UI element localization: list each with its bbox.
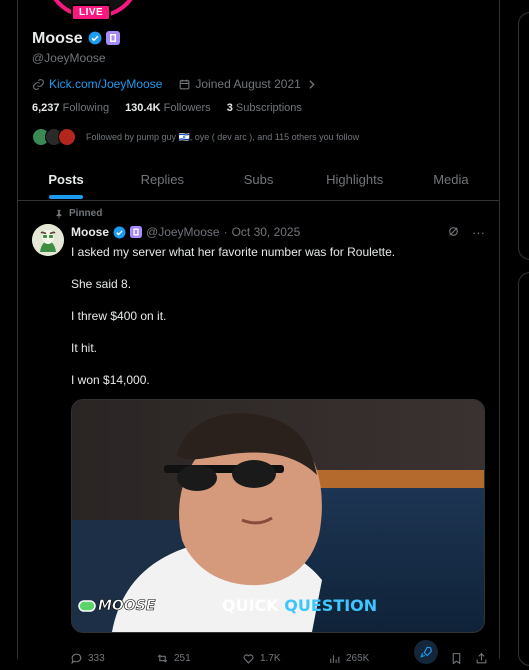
profile-link[interactable]: Kick.com/JoeyMoose (49, 77, 162, 91)
post-video[interactable]: MOOSE QUICK QUESTION (71, 399, 485, 633)
grok-icon[interactable] (447, 225, 460, 238)
post-avatar[interactable] (32, 224, 64, 256)
share-icon[interactable] (475, 652, 488, 665)
tab-posts[interactable]: Posts (18, 163, 114, 200)
post-text-line: I threw $400 on it. (71, 309, 167, 323)
reply-button[interactable]: 333 (70, 646, 156, 670)
tab-highlights[interactable]: Highlights (307, 163, 403, 200)
post-tools: ··· (447, 225, 485, 240)
follower-avatars (32, 128, 76, 146)
pin-icon (56, 209, 62, 219)
like-count: 1.7K (260, 652, 281, 664)
post-text-line: I asked my server what her favorite numb… (71, 245, 396, 259)
subscriptions-link[interactable]: 3 Subscriptions (227, 102, 302, 114)
post-text-line: I won $14,000. (71, 373, 150, 387)
subscriptions-label: Subscriptions (235, 102, 302, 114)
bookmark-icon[interactable] (450, 652, 463, 665)
post-text-line: She said 8. (71, 277, 132, 291)
views-icon (330, 654, 340, 663)
verified-icon[interactable] (113, 226, 126, 239)
followed-by-text: Followed by pump guy 🇮🇱, oye ( dev arc )… (86, 131, 360, 142)
profile-handle: @JoeyMoose (32, 51, 106, 65)
profile-name: Moose (32, 30, 83, 47)
joined-date[interactable]: Joined August 2021 (178, 77, 317, 91)
post-author[interactable]: Moose (71, 225, 109, 239)
pinned-indicator: Pinned (54, 208, 102, 219)
more-options-icon[interactable]: ··· (472, 225, 485, 240)
profile-tabs: Posts Replies Subs Highlights Media (18, 163, 499, 201)
reply-count: 333 (88, 652, 105, 664)
subscriber-badge-icon[interactable] (130, 226, 143, 238)
profile-meta-row: Kick.com/JoeyMoose Joined August 2021 (32, 77, 318, 91)
right-sidebar-edge (518, 0, 529, 666)
following-label: Following (62, 102, 110, 114)
post-date[interactable]: Oct 30, 2025 (232, 225, 301, 239)
post-actions: 333 251 1.7K 265K (70, 640, 490, 670)
live-badge[interactable]: LIVE (71, 4, 112, 21)
followers-link[interactable]: 130.4K Followers (125, 102, 211, 114)
profile-stats: 6,237 Following 130.4K Followers 3 Subsc… (32, 102, 302, 114)
post-header: Moose @JoeyMoose · Oct 30, 2025 (71, 225, 300, 239)
like-button[interactable]: 1.7K (242, 646, 328, 670)
link-icon (33, 78, 44, 90)
chevron-right-icon (309, 79, 315, 89)
video-watermark: MOOSE (78, 598, 156, 615)
post-handle[interactable]: @JoeyMoose (146, 225, 220, 239)
post-extra-actions (414, 640, 488, 670)
subscriptions-count: 3 (226, 102, 233, 114)
rocket-icon (420, 646, 432, 658)
joined-text: Joined August 2021 (195, 77, 301, 91)
views-button[interactable]: 265K (328, 646, 414, 670)
tab-replies[interactable]: Replies (114, 163, 210, 200)
repost-count: 251 (174, 652, 191, 664)
pinned-label: Pinned (69, 208, 103, 219)
views-count: 265K (346, 652, 370, 664)
followers-count: 130.4K (125, 102, 161, 114)
video-watermark-text: MOOSE (98, 598, 156, 615)
follower-avatar (58, 128, 76, 146)
caption-word-quick: QUICK (222, 596, 279, 615)
following-count: 6,237 (32, 102, 60, 114)
subscriber-badge-icon[interactable] (106, 31, 120, 45)
moose-logo-icon (78, 600, 96, 612)
tab-subs[interactable]: Subs (210, 163, 306, 200)
reply-icon (71, 653, 82, 664)
meta-separator: · (223, 225, 228, 239)
video-caption: QUICK QUESTION (222, 596, 377, 615)
boost-button[interactable] (414, 640, 438, 664)
following-link[interactable]: 6,237 Following (32, 102, 109, 114)
caption-word-question: QUESTION (284, 596, 378, 615)
tab-media[interactable]: Media (403, 163, 499, 200)
post-text-line: It hit. (71, 341, 98, 355)
followed-by-row[interactable]: Followed by pump guy 🇮🇱, oye ( dev arc )… (32, 128, 359, 146)
repost-button[interactable]: 251 (156, 646, 242, 670)
calendar-icon (180, 79, 190, 89)
verified-icon[interactable] (88, 31, 102, 45)
followers-label: Followers (163, 102, 211, 114)
repost-icon (157, 653, 168, 663)
heart-icon (243, 653, 254, 664)
